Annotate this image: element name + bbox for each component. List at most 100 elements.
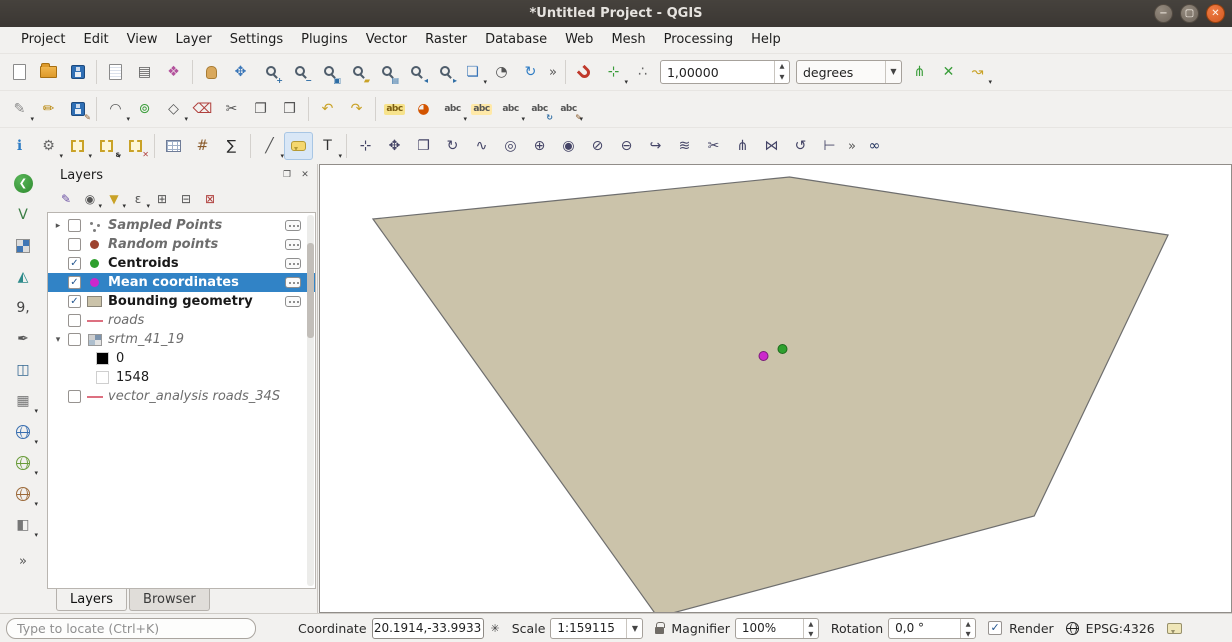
- statistical-summary-icon[interactable]: ∑: [217, 132, 246, 160]
- select-by-expression-icon[interactable]: ε▾: [92, 132, 121, 160]
- vertex-tool-icon[interactable]: ◇▾: [159, 95, 188, 123]
- filter-legend-icon[interactable]: ▼▾: [102, 188, 126, 210]
- field-calculator-icon[interactable]: #: [188, 132, 217, 160]
- magnifier-value[interactable]: 100%: [736, 621, 803, 635]
- snap-units-combo[interactable]: degrees ▼: [796, 60, 902, 84]
- add-spatialite-layer-icon[interactable]: ✒: [8, 324, 38, 353]
- add-part-icon[interactable]: ⊕: [525, 132, 554, 160]
- minimize-button[interactable]: −: [1154, 4, 1173, 23]
- crs-status-button[interactable]: EPSG:4326: [1086, 621, 1155, 636]
- layer-labeling-icon[interactable]: abc: [380, 95, 409, 123]
- scale-combo[interactable]: 1:159115 ▼: [550, 618, 643, 639]
- layer-checkbox[interactable]: ✓: [68, 257, 81, 270]
- run-feature-action-icon[interactable]: ⚙▾: [34, 132, 63, 160]
- zoom-out-icon[interactable]: −: [284, 58, 313, 86]
- add-wfs-layer-icon[interactable]: ▾: [8, 479, 38, 508]
- fill-ring-icon[interactable]: ◉: [554, 132, 583, 160]
- zoom-in-icon[interactable]: +: [255, 58, 284, 86]
- scale-value[interactable]: 1:159115: [551, 621, 626, 635]
- lock-scale-icon[interactable]: [655, 623, 664, 634]
- split-features-icon[interactable]: ✂: [699, 132, 728, 160]
- add-wcs-layer-icon[interactable]: ▾: [8, 448, 38, 477]
- trim-extend-icon[interactable]: ⊢: [815, 132, 844, 160]
- close-panel-icon[interactable]: ✕: [297, 167, 313, 183]
- navigation-overflow-icon[interactable]: »: [545, 65, 561, 80]
- offset-curve-icon[interactable]: ≋: [670, 132, 699, 160]
- expand-all-icon[interactable]: ⊞: [150, 188, 174, 210]
- snap-tolerance-value[interactable]: 1,00000: [661, 65, 774, 80]
- menu-processing[interactable]: Processing: [655, 27, 742, 53]
- rotate-point-symbols-icon[interactable]: ↺: [786, 132, 815, 160]
- spinbox-arrows[interactable]: ▲▼: [803, 619, 818, 638]
- move-label-icon[interactable]: abc▾: [496, 95, 525, 123]
- tab-layers[interactable]: Layers: [56, 589, 127, 611]
- save-layer-edits-icon[interactable]: ✎: [63, 95, 92, 123]
- layer-item-bounding-geometry[interactable]: ✓Bounding geometry: [48, 292, 315, 311]
- layer-item-roads[interactable]: roads: [48, 311, 315, 330]
- maximize-button[interactable]: ▢: [1180, 4, 1199, 23]
- identify-features-icon[interactable]: ℹ: [5, 132, 34, 160]
- layer-checkbox[interactable]: [68, 390, 81, 403]
- enable-advanced-digitizing-icon[interactable]: ⊹: [351, 132, 380, 160]
- add-wms-layer-icon[interactable]: ▾: [8, 417, 38, 446]
- filter-by-expression-icon[interactable]: ε▾: [126, 188, 150, 210]
- manage-map-themes-icon[interactable]: ◉▾: [78, 188, 102, 210]
- menu-help[interactable]: Help: [742, 27, 790, 53]
- toggle-extents-icon[interactable]: ✳: [491, 622, 500, 635]
- layer-item-sampled-points[interactable]: ▸Sampled Points: [48, 216, 315, 235]
- layer-checkbox[interactable]: [68, 333, 81, 346]
- locate-input[interactable]: [6, 618, 256, 639]
- toolbar-overflow-icon[interactable]: »: [844, 139, 860, 154]
- spinbox-arrows[interactable]: ▲▼: [774, 61, 789, 83]
- menu-vector[interactable]: Vector: [357, 27, 416, 53]
- new-project-icon[interactable]: [5, 58, 34, 86]
- pin-labels-icon[interactable]: abc▾: [438, 95, 467, 123]
- copy-move-feature-icon[interactable]: ❐: [409, 132, 438, 160]
- zoom-to-layer-icon[interactable]: ▤: [371, 58, 400, 86]
- simplify-feature-icon[interactable]: ∿: [467, 132, 496, 160]
- open-attribute-table-icon[interactable]: [159, 132, 188, 160]
- add-postgis-layer-icon[interactable]: ◫: [8, 355, 38, 384]
- copy-features-icon[interactable]: ❐: [246, 95, 275, 123]
- digitize-with-curve-icon[interactable]: ◠▾: [101, 95, 130, 123]
- coordinate-input[interactable]: [372, 618, 484, 639]
- binoculars-plugin-icon[interactable]: ∞: [860, 132, 889, 160]
- add-virtual-layer-icon[interactable]: ▦▾: [8, 386, 38, 415]
- save-project-icon[interactable]: [63, 58, 92, 86]
- layer-checkbox[interactable]: [68, 314, 81, 327]
- layer-item-random-points[interactable]: Random points: [48, 235, 315, 254]
- cut-features-icon[interactable]: ✂: [217, 95, 246, 123]
- add-feature-icon[interactable]: ⊚: [130, 95, 159, 123]
- remove-layer-icon[interactable]: ⊠: [198, 188, 222, 210]
- layer-checkbox[interactable]: ✓: [68, 295, 81, 308]
- text-annotation-icon[interactable]: T▾: [313, 132, 342, 160]
- snap-tolerance-spinbox[interactable]: 1,00000 ▲▼: [660, 60, 790, 84]
- layer-checkbox[interactable]: [68, 219, 81, 232]
- zoom-next-icon[interactable]: ▸: [429, 58, 458, 86]
- delete-selected-icon[interactable]: ⌫: [188, 95, 217, 123]
- menu-layer[interactable]: Layer: [167, 27, 221, 53]
- layer-item-vector-analysis-roads-34s[interactable]: vector_analysis roads_34S: [48, 387, 315, 406]
- add-delimited-text-layer-icon[interactable]: 9,: [8, 293, 38, 322]
- undo-icon[interactable]: ↶: [313, 95, 342, 123]
- open-project-icon[interactable]: [34, 58, 63, 86]
- close-button[interactable]: ✕: [1206, 4, 1225, 23]
- menu-database[interactable]: Database: [476, 27, 556, 53]
- delete-part-icon[interactable]: ⊖: [612, 132, 641, 160]
- add-raster-layer-icon[interactable]: [8, 231, 38, 260]
- layer-diagram-icon[interactable]: ◕: [409, 95, 438, 123]
- layer-item-mean-coordinates[interactable]: ✓Mean coordinates: [48, 273, 315, 292]
- measure-icon[interactable]: ╱▾: [255, 132, 284, 160]
- zoom-full-icon[interactable]: ▣: [313, 58, 342, 86]
- rotation-value[interactable]: 0,0 °: [889, 621, 960, 635]
- menu-raster[interactable]: Raster: [416, 27, 476, 53]
- snapping-options-icon[interactable]: ⊹▾: [599, 58, 628, 86]
- rotate-feature-icon[interactable]: ↻: [438, 132, 467, 160]
- delete-ring-icon[interactable]: ⊘: [583, 132, 612, 160]
- expander-icon[interactable]: ▸: [53, 221, 63, 231]
- rotation-spinbox[interactable]: 0,0 ° ▲▼: [888, 618, 976, 639]
- collapse-all-icon[interactable]: ⊟: [174, 188, 198, 210]
- spinbox-arrows[interactable]: ▲▼: [960, 619, 975, 638]
- snapping-toggle-icon[interactable]: [570, 58, 599, 86]
- merge-features-icon[interactable]: ⋈: [757, 132, 786, 160]
